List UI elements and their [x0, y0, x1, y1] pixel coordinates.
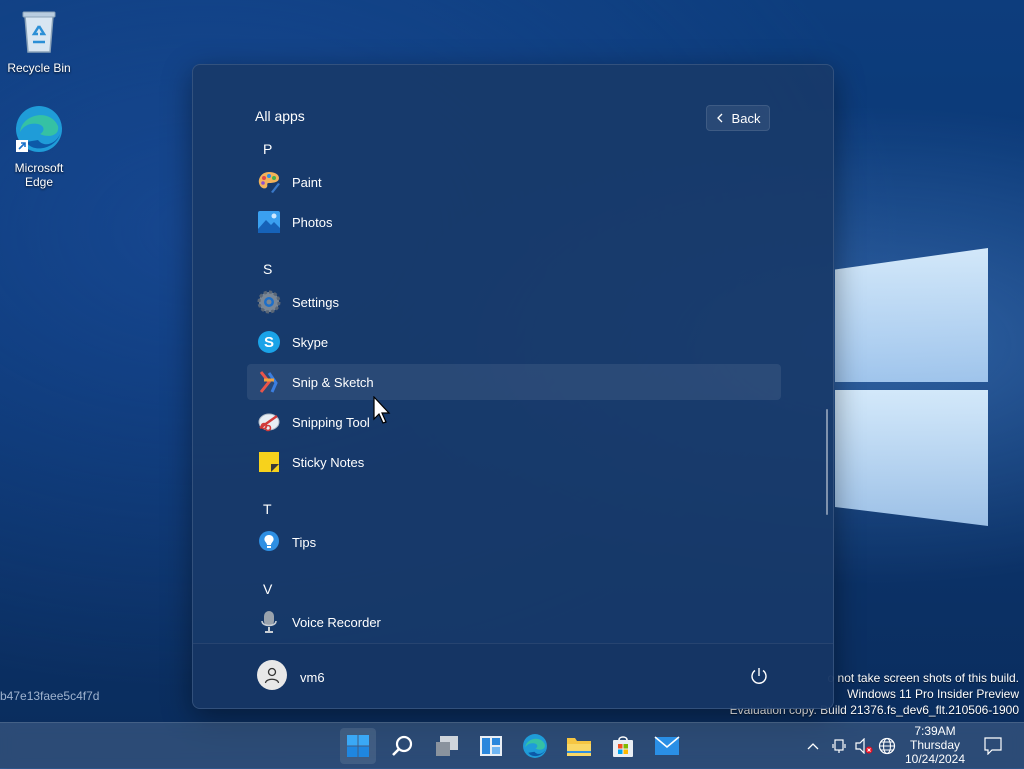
desktop-id-text: b47e13faee5c4f7d — [0, 689, 100, 703]
all-apps-list: P Paint Photos S Settings S Skype Snip &… — [247, 137, 781, 643]
letter-header-t[interactable]: T — [263, 501, 272, 517]
app-label: Photos — [292, 214, 333, 230]
skype-icon: S — [257, 330, 281, 354]
apps-scrollbar[interactable] — [826, 409, 828, 515]
power-button[interactable] — [749, 666, 769, 686]
mail-icon — [654, 736, 680, 755]
app-item-settings[interactable]: Settings — [247, 284, 781, 320]
app-item-photos[interactable]: Photos — [247, 204, 781, 240]
clock-time: 7:39AM — [914, 724, 956, 738]
letter-header-p[interactable]: P — [263, 141, 272, 157]
app-item-voice-recorder[interactable]: Voice Recorder — [247, 604, 781, 640]
store-icon — [613, 736, 633, 757]
tips-icon — [257, 530, 281, 554]
recycle-bin-icon — [3, 8, 75, 57]
globe-icon — [878, 737, 896, 755]
voice-recorder-icon — [257, 610, 281, 634]
app-item-skype[interactable]: S Skype — [247, 324, 781, 360]
taskbar-store-button[interactable] — [605, 728, 641, 764]
chevron-left-icon — [716, 111, 724, 126]
chevron-up-icon — [807, 743, 819, 750]
app-item-tips[interactable]: Tips — [247, 524, 781, 560]
svg-text:S: S — [264, 334, 274, 351]
desktop-icon-microsoft-edge[interactable]: Microsoft Edge — [3, 104, 75, 189]
app-label: Skype — [292, 334, 329, 350]
app-label: Sticky Notes — [292, 454, 365, 470]
desktop-icon-label: Microsoft Edge — [14, 161, 64, 189]
power-icon — [751, 668, 767, 684]
search-icon — [392, 735, 413, 756]
wallpaper-windows-logo — [835, 248, 990, 528]
file-explorer-icon — [567, 738, 591, 756]
start-menu: All apps Back P Paint Photos S Settings … — [192, 64, 834, 709]
edge-icon — [3, 104, 75, 157]
taskbar-task-view-button[interactable] — [429, 728, 465, 764]
app-label: Settings — [292, 294, 339, 310]
notification-icon — [984, 737, 1002, 755]
start-icon — [347, 735, 369, 757]
user-avatar[interactable] — [257, 660, 287, 690]
back-label: Back — [731, 110, 761, 126]
app-label: Snip & Sketch — [292, 374, 374, 390]
task-view-icon — [436, 736, 458, 756]
paint-icon — [257, 170, 281, 194]
tray-chevron-up-button[interactable] — [806, 723, 820, 769]
volume-muted-icon — [855, 738, 873, 754]
taskbar-start-button[interactable] — [340, 728, 376, 764]
back-button[interactable]: Back — [706, 105, 770, 131]
taskbar-edge-button[interactable] — [517, 728, 553, 764]
user-icon — [264, 667, 280, 684]
clock-day: Thursday — [909, 738, 961, 752]
all-apps-title: All apps — [255, 108, 305, 124]
taskbar-mail-button[interactable] — [649, 728, 685, 764]
desktop-icon-recycle-bin[interactable]: Recycle Bin — [3, 8, 75, 75]
photos-icon — [257, 210, 281, 234]
letter-header-v[interactable]: V — [263, 581, 272, 597]
mouse-cursor-icon — [373, 395, 393, 431]
snipping-tool-icon — [257, 410, 281, 434]
widgets-icon — [480, 736, 502, 756]
tray-language-button[interactable] — [878, 723, 896, 769]
letter-header-s[interactable]: S — [263, 261, 272, 277]
app-label: Paint — [292, 174, 322, 190]
snip-sketch-icon — [257, 370, 281, 394]
user-name[interactable]: vm6 — [300, 670, 325, 685]
app-label: Snipping Tool — [292, 414, 370, 430]
taskbar: 7:39AM Thursday 10/24/2024 — [0, 722, 1024, 769]
app-item-sticky-notes[interactable]: Sticky Notes — [247, 444, 781, 480]
start-footer: vm6 — [193, 643, 833, 708]
app-item-paint[interactable]: Paint — [247, 164, 781, 200]
notification-center-button[interactable] — [984, 723, 1002, 769]
clock-date: 10/24/2024 — [904, 752, 966, 766]
app-label: Voice Recorder — [292, 614, 381, 630]
desktop-icon-label: Recycle Bin — [7, 61, 71, 75]
network-icon — [832, 739, 846, 753]
taskbar-widgets-button[interactable] — [473, 728, 509, 764]
tray-network-button[interactable] — [831, 723, 847, 769]
taskbar-clock[interactable]: 7:39AM Thursday 10/24/2024 — [896, 723, 974, 766]
taskbar-search-button[interactable] — [385, 728, 421, 764]
app-item-snip-sketch[interactable]: Snip & Sketch — [247, 364, 781, 400]
tray-volume-button[interactable] — [855, 723, 873, 769]
taskbar-file-explorer-button[interactable] — [561, 728, 597, 764]
app-label: Tips — [292, 534, 317, 550]
app-item-snipping-tool[interactable]: Snipping Tool — [247, 404, 781, 440]
edge-icon — [523, 734, 547, 758]
settings-icon — [257, 290, 281, 314]
sticky-notes-icon — [257, 450, 281, 474]
